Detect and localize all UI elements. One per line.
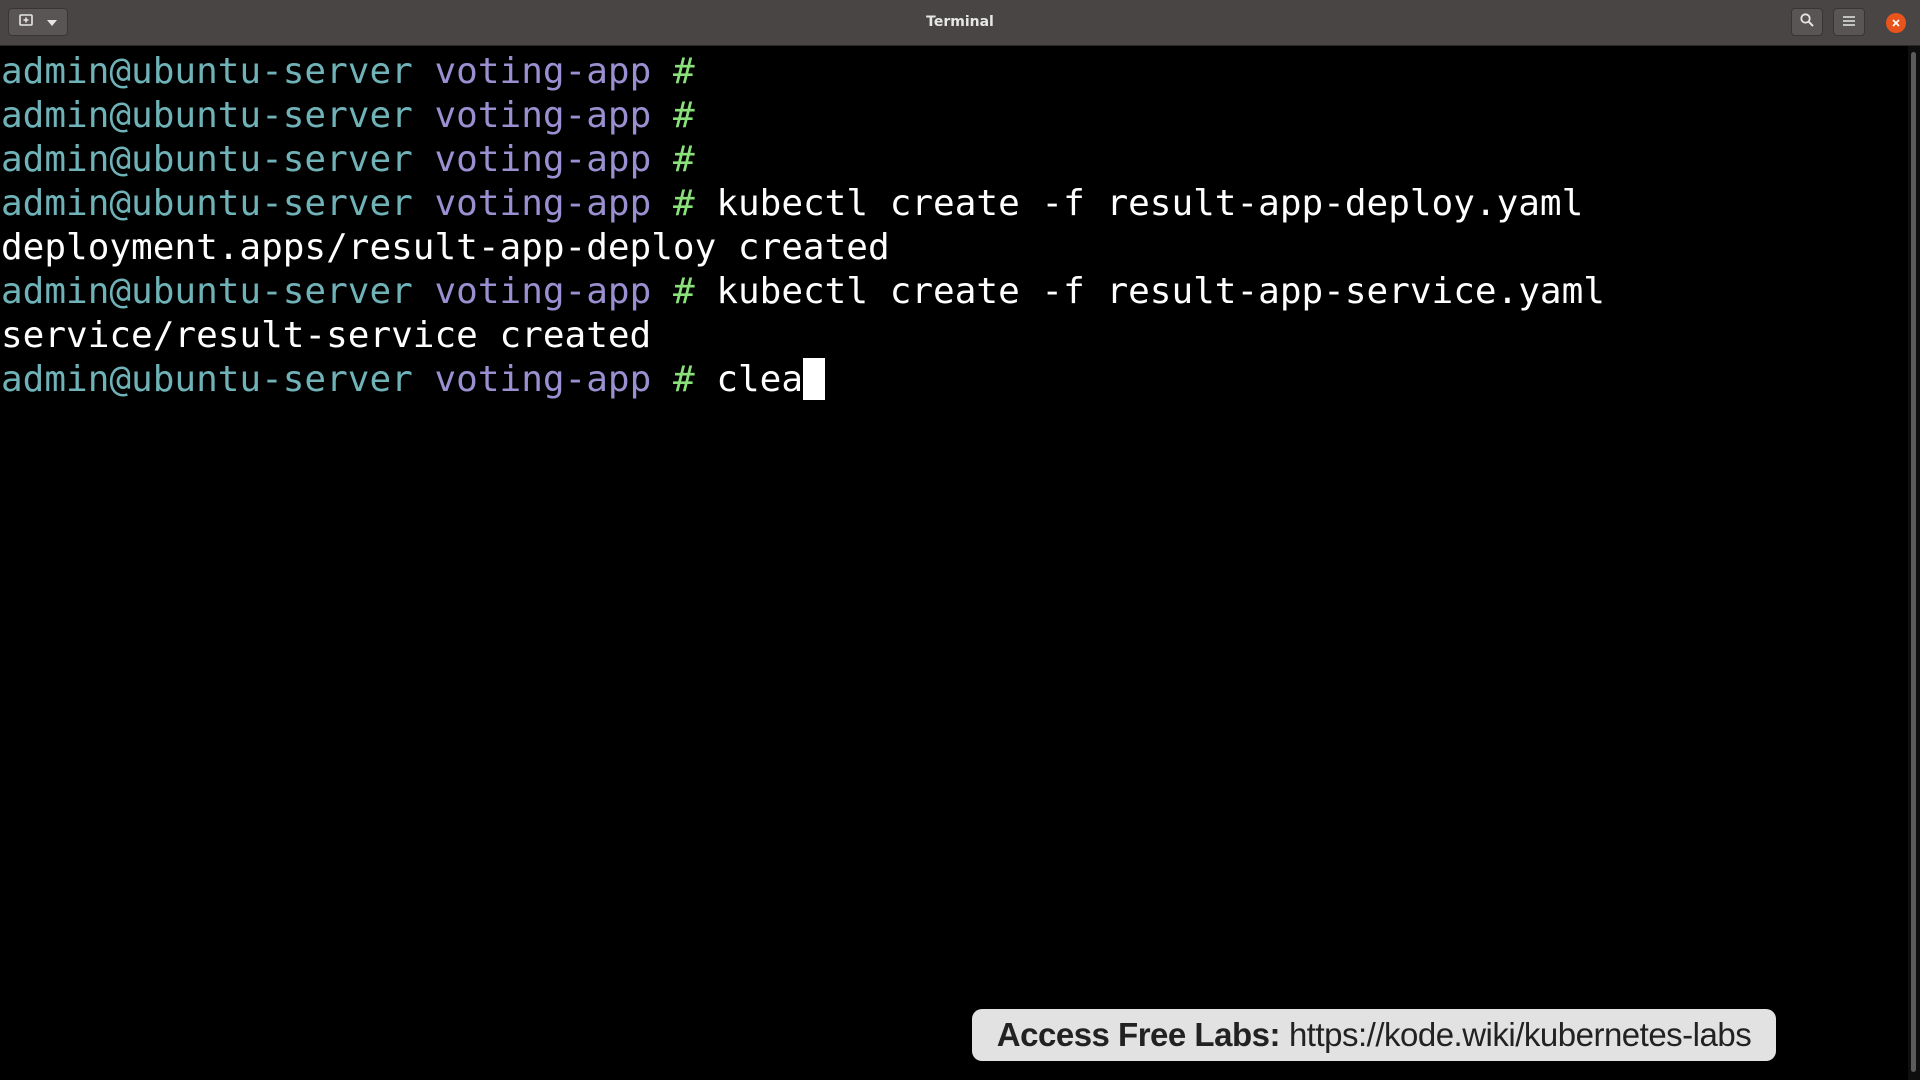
new-tab-icon bbox=[19, 13, 33, 31]
output-line: deployment.apps/result-app-deploy create… bbox=[0, 226, 1908, 270]
prompt-symbol: # bbox=[672, 51, 695, 92]
prompt-symbol: # bbox=[672, 139, 695, 180]
prompt-directory: voting-app bbox=[434, 359, 652, 400]
output-text: service/result-service created bbox=[1, 315, 652, 356]
command-text: clea bbox=[716, 359, 804, 400]
prompt-user-host: admin@ubuntu-server bbox=[1, 51, 413, 92]
command-text: kubectl create -f result-app-deploy.yaml bbox=[716, 183, 1584, 224]
output-text: deployment.apps/result-app-deploy create… bbox=[1, 227, 890, 268]
terminal-window: Terminal admin@ubuntu-server voting-app … bbox=[0, 0, 1920, 1080]
prompt-directory: voting-app bbox=[434, 271, 652, 312]
output-line: service/result-service created bbox=[0, 314, 1908, 358]
prompt-line: admin@ubuntu-server voting-app # bbox=[0, 94, 1908, 138]
command-text: kubectl create -f result-app-service.yam… bbox=[716, 271, 1605, 312]
free-labs-banner: Access Free Labs: https://kode.wiki/kube… bbox=[972, 1009, 1776, 1061]
banner-url: https://kode.wiki/kubernetes-labs bbox=[1288, 1016, 1752, 1053]
prompt-user-host: admin@ubuntu-server bbox=[1, 359, 413, 400]
prompt-symbol: # bbox=[672, 95, 695, 136]
new-tab-button[interactable] bbox=[8, 8, 68, 36]
banner-label: Access Free Labs: bbox=[996, 1016, 1281, 1053]
prompt-user-host: admin@ubuntu-server bbox=[1, 183, 413, 224]
prompt-line: admin@ubuntu-server voting-app # bbox=[0, 50, 1908, 94]
prompt-directory: voting-app bbox=[434, 139, 652, 180]
prompt-user-host: admin@ubuntu-server bbox=[1, 271, 413, 312]
chevron-down-icon[interactable] bbox=[47, 13, 57, 31]
prompt-directory: voting-app bbox=[434, 51, 652, 92]
prompt-user-host: admin@ubuntu-server bbox=[1, 95, 413, 136]
prompt-line: admin@ubuntu-server voting-app # kubectl… bbox=[0, 270, 1908, 314]
scrollbar[interactable] bbox=[1908, 46, 1920, 1080]
prompt-directory: voting-app bbox=[434, 183, 652, 224]
prompt-line: admin@ubuntu-server voting-app # bbox=[0, 138, 1908, 182]
window-title: Terminal bbox=[926, 14, 994, 30]
terminal-output-area[interactable]: admin@ubuntu-server voting-app # admin@ub… bbox=[0, 46, 1908, 1080]
title-bar: Terminal bbox=[0, 0, 1920, 46]
search-icon bbox=[1800, 12, 1814, 32]
menu-button[interactable] bbox=[1833, 8, 1865, 36]
prompt-symbol: # bbox=[672, 183, 695, 224]
prompt-user-host: admin@ubuntu-server bbox=[1, 139, 413, 180]
prompt-line: admin@ubuntu-server voting-app # clea bbox=[0, 358, 1908, 402]
prompt-symbol: # bbox=[672, 271, 695, 312]
hamburger-menu-icon bbox=[1843, 13, 1855, 31]
close-icon bbox=[1892, 14, 1900, 32]
close-button[interactable] bbox=[1886, 13, 1906, 33]
prompt-line: admin@ubuntu-server voting-app # kubectl… bbox=[0, 182, 1908, 226]
prompt-symbol: # bbox=[672, 359, 695, 400]
prompt-directory: voting-app bbox=[434, 95, 652, 136]
scrollbar-thumb[interactable] bbox=[1911, 52, 1916, 1072]
text-cursor bbox=[803, 358, 826, 400]
search-button[interactable] bbox=[1791, 8, 1823, 36]
